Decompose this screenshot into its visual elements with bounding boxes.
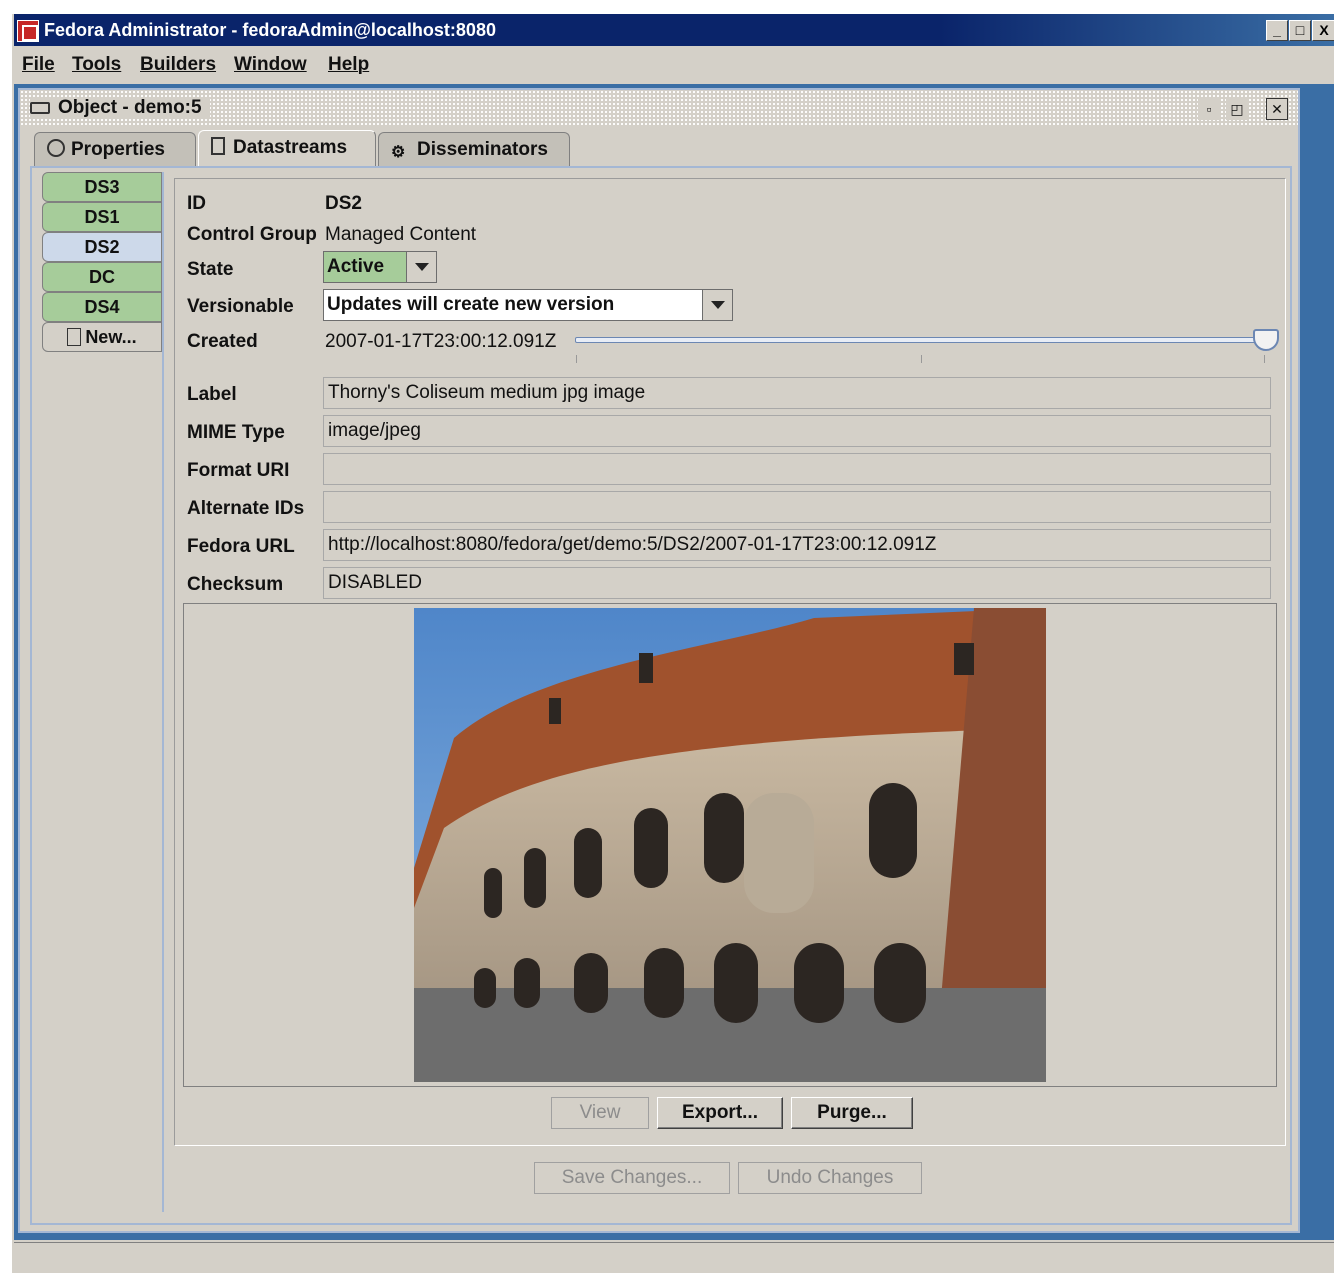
format-uri-label: Format URI (187, 460, 290, 481)
slider-thumb[interactable] (1253, 329, 1279, 351)
datastream-tab-ds3[interactable]: DS3 (42, 172, 162, 202)
state-label: State (187, 259, 234, 280)
datastream-tab-dc[interactable]: DC (42, 262, 162, 292)
datastreams-icon (211, 137, 225, 155)
menu-window[interactable]: Window (234, 54, 307, 76)
id-value: DS2 (325, 193, 362, 214)
checksum-field[interactable]: DISABLED (323, 567, 1271, 599)
close-button[interactable]: X (1312, 20, 1334, 41)
tab-properties-label: Properties (71, 139, 165, 160)
new-document-icon (67, 328, 82, 346)
save-changes-button[interactable]: Save Changes... (534, 1162, 730, 1194)
datastream-tab-ds2[interactable]: DS2 (42, 232, 162, 262)
coliseum-image (414, 608, 1046, 1082)
menu-help[interactable]: Help (328, 54, 369, 76)
slider-tick (576, 355, 577, 363)
menu-tools[interactable]: Tools (72, 54, 121, 76)
tab-disseminators[interactable]: ⚙ Disseminators (378, 132, 570, 166)
slider-tick (1264, 355, 1265, 363)
created-label: Created (187, 331, 258, 352)
menu-builders[interactable]: Builders (140, 54, 216, 76)
fedora-url-label: Fedora URL (187, 536, 295, 557)
state-select-value: Active (327, 256, 385, 277)
datastreams-tab-content: DS3 DS1 DS2 DC DS4 New... ID DS2 Control… (30, 166, 1292, 1225)
tab-datastreams[interactable]: Datastreams (198, 130, 376, 166)
chevron-down-icon[interactable] (406, 252, 436, 282)
window-title: Fedora Administrator - fedoraAdmin@local… (44, 20, 496, 40)
disseminators-icon: ⚙ (391, 144, 406, 161)
object-frame: Object - demo:5 ▫ ◰ ✕ Properties Datastr… (18, 88, 1300, 1233)
mime-type-label: MIME Type (187, 422, 285, 443)
label-field[interactable]: Thorny's Coliseum medium jpg image (323, 377, 1271, 409)
tab-properties[interactable]: Properties (34, 132, 196, 166)
export-button[interactable]: Export... (657, 1097, 783, 1129)
datastream-tab-ds1[interactable]: DS1 (42, 202, 162, 232)
content-preview (183, 603, 1277, 1087)
menu-file[interactable]: File (22, 54, 55, 76)
new-datastream-button[interactable]: New... (42, 322, 162, 352)
created-value: 2007-01-17T23:00:12.091Z (325, 331, 557, 352)
datastream-tab-ds4[interactable]: DS4 (42, 292, 162, 322)
new-datastream-label: New... (85, 327, 137, 347)
status-bar (14, 1242, 1334, 1273)
control-group-value: Managed Content (325, 224, 477, 245)
control-group-label: Control Group (187, 224, 317, 245)
undo-changes-button[interactable]: Undo Changes (738, 1162, 922, 1194)
versionable-select[interactable]: Updates will create new version (323, 289, 733, 321)
maximize-button[interactable]: □ (1289, 20, 1311, 41)
mime-type-field[interactable]: image/jpeg (323, 415, 1271, 447)
version-slider[interactable] (575, 329, 1279, 365)
object-frame-title-text: Object - demo:5 (58, 97, 202, 118)
iconify-icon[interactable]: ▫ (1198, 98, 1220, 120)
purge-button[interactable]: Purge... (791, 1097, 913, 1129)
desktop-pane: Object - demo:5 ▫ ◰ ✕ Properties Datastr… (14, 84, 1334, 1240)
view-button[interactable]: View (551, 1097, 649, 1129)
slider-tick (921, 355, 922, 363)
alternate-ids-field[interactable] (323, 491, 1271, 523)
datastream-divider (162, 172, 164, 1212)
format-uri-field[interactable] (323, 453, 1271, 485)
window-title-bar[interactable]: Fedora Administrator - fedoraAdmin@local… (14, 14, 1334, 46)
minimize-button[interactable]: _ (1266, 20, 1288, 41)
fedora-url-field[interactable]: http://localhost:8080/fedora/get/demo:5/… (323, 529, 1271, 561)
label-field-label: Label (187, 384, 237, 405)
versionable-label: Versionable (187, 296, 294, 317)
menu-bar: File Tools Builders Window Help (14, 48, 1334, 82)
maximize-frame-icon[interactable]: ◰ (1226, 98, 1248, 120)
tab-disseminators-label: Disseminators (417, 139, 548, 160)
object-frame-title-bar[interactable]: Object - demo:5 ▫ ◰ ✕ (20, 90, 1298, 126)
properties-icon (47, 139, 65, 157)
fedora-app-icon (17, 20, 39, 42)
slider-track[interactable] (575, 337, 1265, 343)
versionable-select-value: Updates will create new version (327, 294, 615, 315)
tab-datastreams-label: Datastreams (233, 137, 348, 158)
datastream-details-panel: ID DS2 Control Group Managed Content Sta… (174, 178, 1286, 1146)
alternate-ids-label: Alternate IDs (187, 498, 305, 519)
state-select[interactable]: Active (323, 251, 437, 283)
close-frame-icon[interactable]: ✕ (1266, 98, 1288, 120)
object-frame-title: Object - demo:5 (30, 97, 210, 119)
application-window: Fedora Administrator - fedoraAdmin@local… (12, 14, 1334, 1273)
id-label: ID (187, 193, 206, 214)
chevron-down-icon[interactable] (702, 290, 732, 320)
checksum-label: Checksum (187, 574, 284, 595)
object-frame-icon (30, 101, 50, 114)
